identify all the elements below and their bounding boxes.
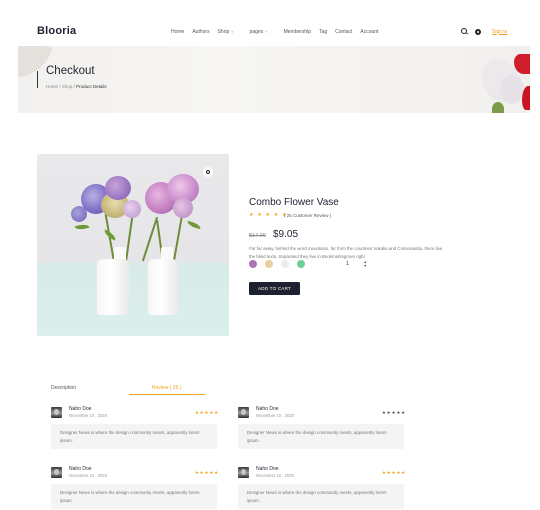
review-text: Designer News is where the design commun… [51, 484, 217, 509]
tab-review[interactable]: Review ( 25 ) [152, 385, 181, 391]
product-review-count[interactable]: ( 25 Customer Review ) [284, 213, 331, 218]
product-description: Far far away, behind the word mountains,… [249, 246, 443, 259]
logo[interactable]: Blooria [37, 25, 76, 37]
tab-description[interactable]: Description [51, 385, 76, 391]
nav-item-shop-label: Shop [217, 29, 230, 35]
breadcrumb-home[interactable]: Home [46, 84, 58, 89]
color-swatches [249, 260, 305, 268]
quantity-value: 1 [346, 261, 349, 267]
nav-item-account[interactable]: Account [360, 29, 378, 35]
review-stars: ★★★★★ [194, 470, 219, 475]
header-actions: Sign in [461, 28, 507, 35]
site-header: Blooria Home Authors Shop ˅ pages ˅ Member… [0, 0, 540, 46]
color-swatch-white[interactable] [281, 260, 289, 268]
reviewer-name: Naho Doe [256, 406, 279, 412]
main-nav: Home Authors Shop ˅ pages ˅ Membership Tag… [171, 29, 386, 35]
nav-item-pages-label: pages [249, 29, 264, 35]
chevron-down-icon: ˅ [265, 29, 268, 34]
breadcrumb-current: Product Details [76, 84, 107, 89]
review-date: November 10 , 2020 [69, 473, 107, 478]
tab-active-indicator [129, 394, 205, 395]
stepper-arrows-icon[interactable]: ▲ ▼ [364, 260, 367, 268]
nav-item-pages[interactable]: pages ˅ [250, 29, 276, 35]
page-title: Checkout [46, 65, 95, 77]
search-icon[interactable] [461, 28, 468, 35]
reviewer-name: Naho Doe [69, 406, 92, 412]
color-swatch-purple[interactable] [249, 260, 257, 268]
review-text: Designer News is where the design commun… [238, 424, 404, 449]
review-date: November 10 , 2020 [256, 413, 294, 418]
nav-item-tag[interactable]: Tag [319, 29, 327, 35]
zoom-button[interactable] [203, 167, 213, 177]
theme-toggle-icon[interactable] [475, 28, 481, 35]
price-current: $9.05 [273, 229, 299, 240]
review-stars: ★★★★★ [381, 410, 406, 415]
avatar [51, 467, 62, 478]
review-stars: ★★★★★ [381, 470, 406, 475]
avatar [238, 467, 249, 478]
add-to-cart-button[interactable]: ADD TO CART [249, 282, 300, 295]
nav-item-shop[interactable]: Shop ˅ [218, 29, 242, 35]
review-text: Designer News is where the design commun… [51, 424, 217, 449]
nav-item-membership[interactable]: Membership [284, 29, 312, 35]
avatar [51, 407, 62, 418]
title-accent-line [37, 71, 38, 88]
product-tabs: Description Review ( 25 ) [37, 381, 205, 395]
zoom-icon [206, 170, 210, 174]
avatar [238, 407, 249, 418]
breadcrumb: Home / Shop / Product Details [46, 84, 107, 89]
product-rating-stars: ★ ★ ★ ★ ★ [249, 212, 288, 218]
chevron-down-icon: ˅ [231, 29, 234, 34]
reviewer-name: Naho Doe [256, 466, 279, 472]
page-banner: Checkout Home / Shop / Product Details [18, 46, 530, 113]
review-stars: ★★★★★ [194, 410, 219, 415]
breadcrumb-shop[interactable]: Shop [62, 84, 73, 89]
nav-item-authors[interactable]: Authors [192, 29, 209, 35]
color-swatch-green[interactable] [297, 260, 305, 268]
review-date: November 10 , 2020 [69, 413, 107, 418]
color-swatch-beige[interactable] [265, 260, 273, 268]
banner-flower-image [470, 46, 530, 113]
quantity-stepper[interactable]: 1 ▲ ▼ [339, 259, 369, 269]
product-name: Combo Flower Vase [249, 197, 339, 208]
product-image [37, 154, 229, 336]
review-text: Designer News is where the design commun… [238, 484, 404, 509]
price-original: $17.00 [249, 233, 266, 239]
review-date: November 10 , 2020 [256, 473, 294, 478]
sign-in-link[interactable]: Sign in [492, 29, 507, 35]
nav-item-contact[interactable]: Contact [335, 29, 352, 35]
nav-item-home[interactable]: Home [171, 29, 184, 35]
reviewer-name: Naho Doe [69, 466, 92, 472]
